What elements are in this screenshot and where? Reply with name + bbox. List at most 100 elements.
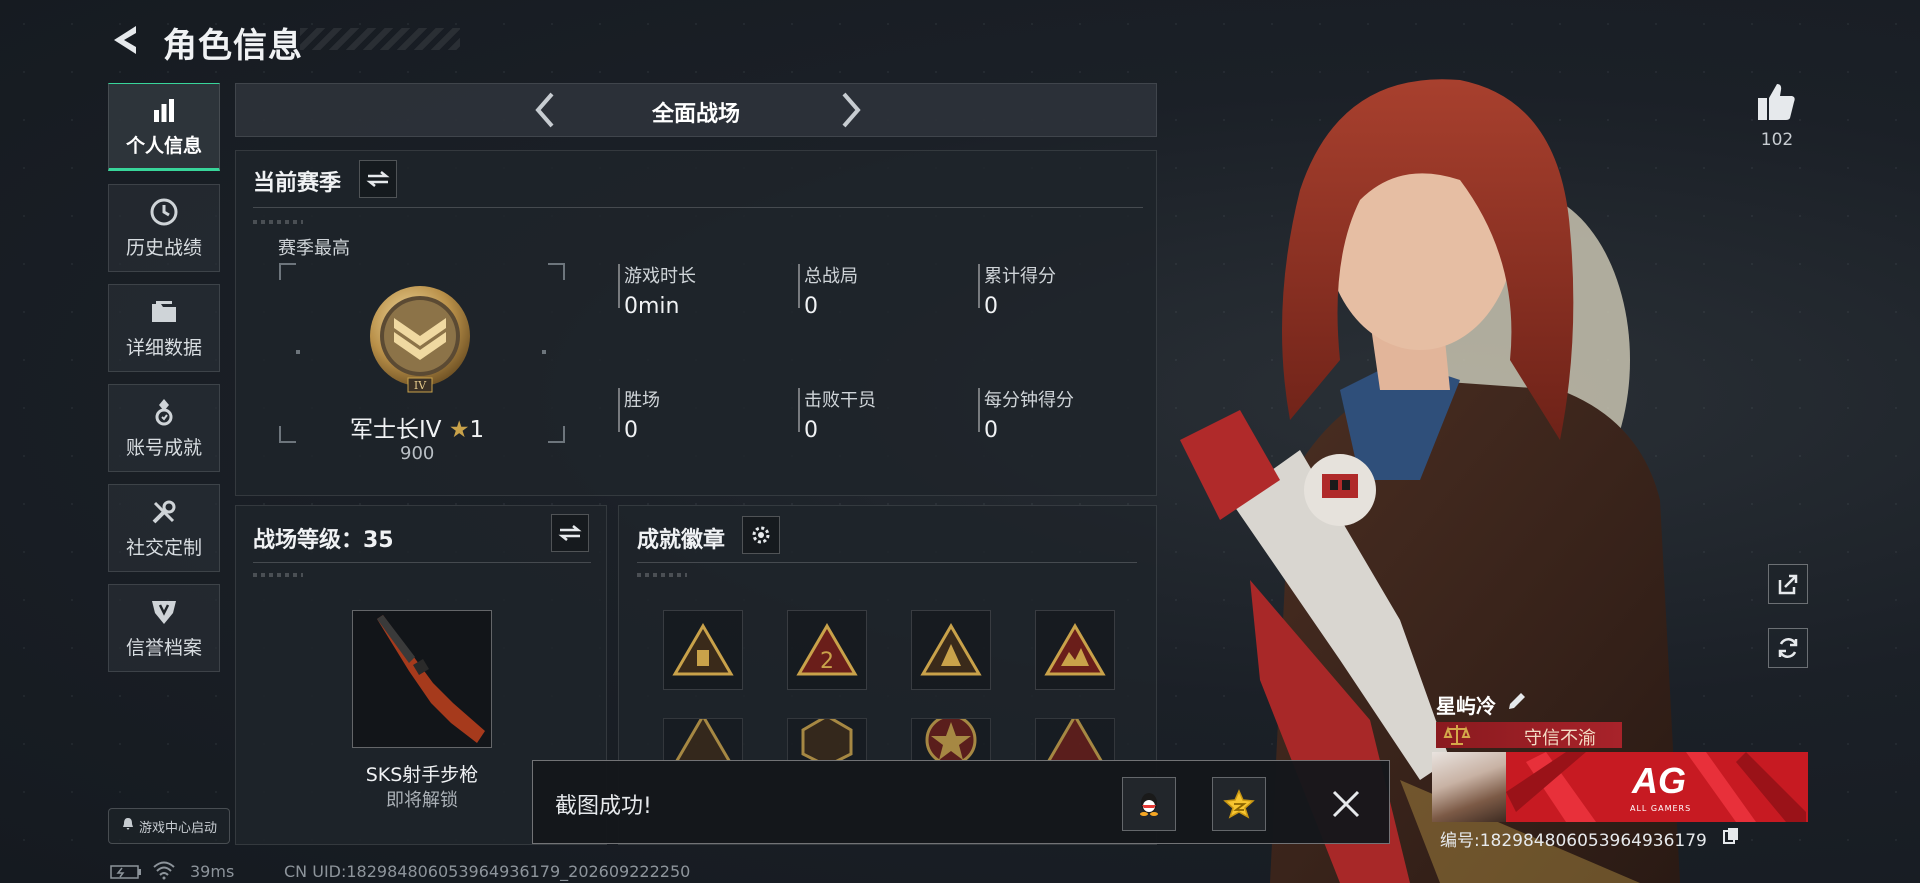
scales-icon bbox=[1443, 725, 1471, 745]
swap-icon bbox=[558, 525, 582, 541]
stat-value: 0 bbox=[804, 418, 818, 443]
nav-item-history[interactable]: 历史战绩 bbox=[108, 184, 220, 272]
nav-label: 详细数据 bbox=[125, 336, 202, 359]
stat-accent bbox=[978, 264, 980, 308]
mode-label: 全面战场 bbox=[651, 102, 740, 127]
share-qq-button[interactable] bbox=[1122, 777, 1176, 831]
edit-name-button[interactable] bbox=[1506, 690, 1528, 712]
copy-icon bbox=[1723, 828, 1738, 844]
bar-chart-icon bbox=[149, 95, 179, 125]
stripe-decoration bbox=[253, 220, 303, 224]
avatar[interactable] bbox=[1432, 752, 1506, 822]
achievement-badge[interactable] bbox=[911, 718, 991, 762]
back-arrow-icon bbox=[114, 26, 136, 54]
copy-id-button[interactable] bbox=[1722, 826, 1740, 844]
bell-icon bbox=[121, 817, 135, 835]
stat-value: 0 bbox=[624, 418, 638, 443]
achievement-badge[interactable] bbox=[663, 610, 743, 690]
clock-icon bbox=[149, 197, 179, 227]
team-banner: AG ALL GAMERS bbox=[1506, 752, 1808, 822]
season-switch-button[interactable] bbox=[359, 160, 397, 198]
triangle-badge-icon: 2 bbox=[796, 623, 858, 676]
divider bbox=[253, 562, 591, 563]
nav-label: 信誉档案 bbox=[125, 636, 202, 659]
ping-text: 39ms bbox=[190, 862, 235, 881]
stat-label: 击败干员 bbox=[804, 390, 876, 411]
weapon-status: 即将解锁 bbox=[386, 790, 458, 811]
svg-text:2: 2 bbox=[820, 649, 834, 674]
achievement-badge[interactable]: 2 bbox=[787, 610, 867, 690]
close-icon bbox=[1332, 790, 1360, 818]
title-badge-text: 守信不渝 bbox=[1524, 728, 1596, 749]
stripe-decoration bbox=[637, 573, 687, 577]
achievement-badge[interactable] bbox=[911, 610, 991, 690]
stat-value: 0 bbox=[984, 418, 998, 443]
page-title: 角色信息 bbox=[163, 26, 303, 66]
qzone-star-icon bbox=[1223, 789, 1255, 819]
triangle-badge-icon bbox=[920, 623, 982, 676]
share-button[interactable] bbox=[1768, 564, 1808, 604]
rank-name-row: 军士长IV ★1 bbox=[350, 410, 484, 444]
rank-stars: 1 bbox=[469, 417, 485, 443]
player-id: 编号:18298480605396493617​9 bbox=[1440, 831, 1707, 851]
mode-next-button[interactable] bbox=[836, 90, 866, 130]
nav-item-detailed-data[interactable]: 详细数据 bbox=[108, 284, 220, 372]
level-switch-button[interactable] bbox=[551, 514, 589, 552]
stat-accent bbox=[978, 388, 980, 432]
hexagon-badge-icon bbox=[801, 719, 853, 761]
gear-icon bbox=[752, 526, 770, 544]
nav-item-achievements[interactable]: 账号成就 bbox=[108, 384, 220, 472]
uid-text: CN UID:182984806053964936179_20260922225… bbox=[284, 862, 691, 881]
stripe-decoration bbox=[253, 573, 303, 577]
refresh-button[interactable] bbox=[1768, 628, 1808, 668]
game-center-label: 游戏中心启动 bbox=[138, 820, 217, 836]
stat-value: 0min bbox=[624, 294, 680, 319]
stat-label: 总战局 bbox=[804, 266, 858, 287]
back-button[interactable] bbox=[108, 20, 148, 60]
mode-prev-button[interactable] bbox=[530, 90, 560, 130]
refresh-icon bbox=[1778, 638, 1798, 658]
rank-emblem-icon: IV bbox=[370, 286, 470, 393]
share-icon bbox=[1778, 574, 1798, 595]
triangle-badge-icon bbox=[675, 719, 731, 761]
season-title: 当前赛季 bbox=[253, 171, 342, 196]
divider bbox=[253, 207, 1143, 208]
mode-selector: 全面战场 bbox=[235, 83, 1157, 137]
like-button[interactable] bbox=[1754, 80, 1798, 124]
achievement-badge[interactable] bbox=[787, 718, 867, 762]
nav-item-credit-profile[interactable]: 信誉档案 bbox=[108, 584, 220, 672]
title-decoration bbox=[300, 28, 460, 50]
weapon-reward-card[interactable] bbox=[352, 610, 492, 748]
toast-close-button[interactable] bbox=[1326, 784, 1366, 824]
swap-icon bbox=[366, 171, 390, 187]
stat-label: 胜场 bbox=[624, 390, 660, 411]
star-badge-icon bbox=[925, 719, 977, 761]
nav-item-personal-info[interactable]: 个人信息 bbox=[108, 83, 220, 171]
toast-message: 截图成功! bbox=[555, 794, 652, 819]
weapon-name: SKS射手步枪 bbox=[365, 764, 479, 786]
share-qzone-button[interactable] bbox=[1212, 777, 1266, 831]
nav-label: 历史战绩 bbox=[125, 236, 202, 259]
stat-accent bbox=[798, 388, 800, 432]
team-logo-text: AG bbox=[1632, 760, 1686, 801]
nav-item-social-custom[interactable]: 社交定制 bbox=[108, 484, 220, 572]
nav-label: 账号成就 bbox=[125, 436, 202, 459]
battery-icon bbox=[110, 864, 142, 879]
shield-icon bbox=[149, 597, 179, 627]
stat-value: 0 bbox=[984, 294, 998, 319]
season-best-label: 赛季最高 bbox=[278, 238, 350, 259]
game-center-button[interactable]: 游戏中心启动 bbox=[108, 808, 230, 844]
nav-label: 个人信息 bbox=[125, 134, 202, 157]
badges-settings-button[interactable] bbox=[742, 516, 780, 554]
battlefield-level-title: 战场等级：35 bbox=[253, 528, 394, 553]
chevron-left-icon bbox=[535, 92, 554, 128]
achievement-badge[interactable] bbox=[663, 718, 743, 762]
team-logo-subtext: ALL GAMERS bbox=[1630, 804, 1692, 813]
rank-name: 军士长IV bbox=[350, 417, 442, 443]
folder-icon bbox=[149, 297, 179, 327]
player-name: 星屿冷 bbox=[1436, 694, 1496, 718]
wifi-icon bbox=[152, 860, 176, 880]
triangle-badge-icon bbox=[672, 623, 734, 676]
badges-title: 成就徽章 bbox=[637, 528, 726, 553]
stat-label: 游戏时长 bbox=[624, 266, 696, 287]
